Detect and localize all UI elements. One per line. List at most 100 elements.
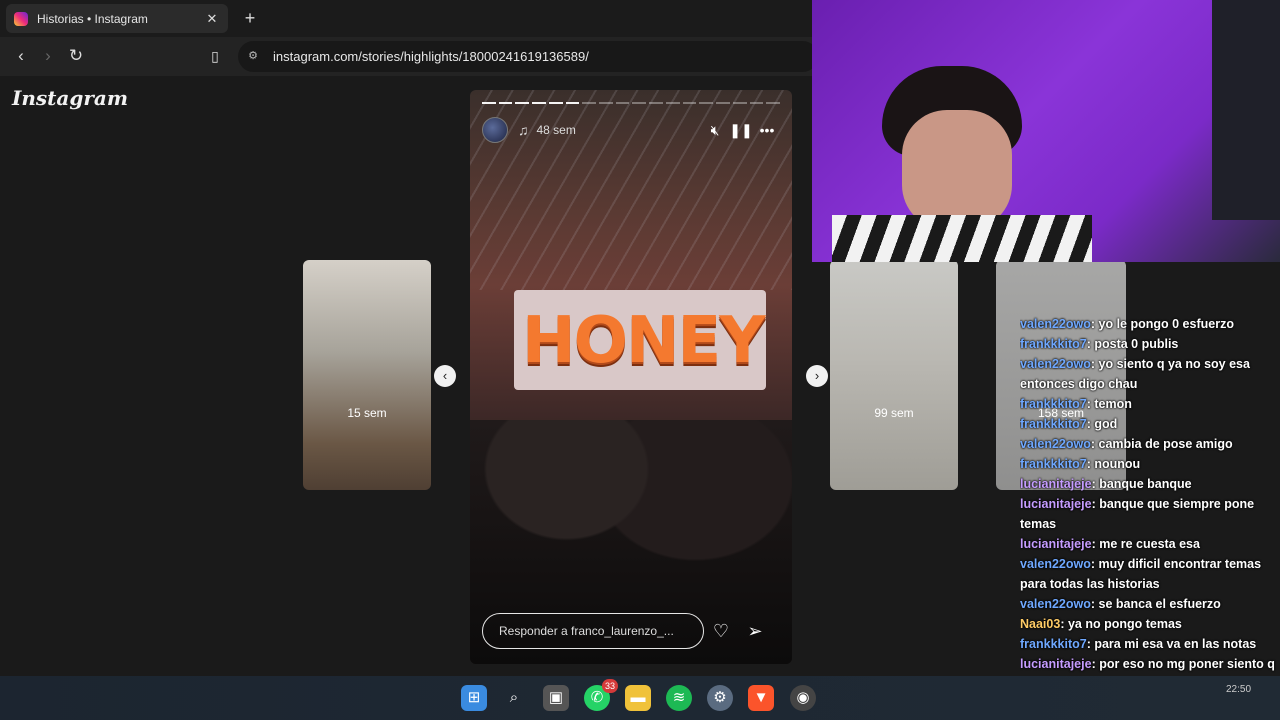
mute-icon[interactable]: 🔇︎	[702, 122, 728, 139]
bookmark-icon[interactable]: ▯	[204, 45, 226, 67]
chat-text: ya no pongo temas	[1067, 617, 1182, 631]
chat-message: frankkkito7: posta 0 publis	[1020, 337, 1179, 351]
progress-segment	[615, 102, 630, 104]
progress-segment	[532, 102, 546, 104]
obs-icon[interactable]: ◉	[790, 685, 816, 711]
chat-text: banque banque	[1099, 477, 1192, 491]
settings-icon[interactable]: ⚙	[707, 685, 733, 711]
chat-message: frankkkito7: nounou	[1020, 457, 1141, 471]
avatar[interactable]	[482, 117, 508, 143]
music-icon[interactable]: ♫	[518, 122, 529, 138]
progress-segment	[649, 102, 663, 104]
browser-tabbar: Historias • Instagram ✕ +	[0, 0, 812, 37]
chat-username: lucianitajeje	[1020, 477, 1092, 491]
chat-message: frankkkito7: para mi esa va en las notas	[1020, 637, 1257, 651]
story-progress	[482, 102, 780, 104]
story-time: 48 sem	[536, 123, 576, 137]
next-story-icon[interactable]: ›	[806, 365, 828, 387]
whatsapp-icon[interactable]: ✆ 33	[584, 679, 618, 711]
new-tab-button[interactable]: +	[240, 8, 260, 29]
progress-segment	[732, 102, 747, 104]
task-view-icon[interactable]: ▣	[543, 685, 569, 711]
spotify-icon[interactable]: ≋	[666, 685, 692, 711]
thumb-time-label: 15 sem	[347, 406, 387, 420]
chat-username: frankkkito7	[1020, 417, 1087, 431]
close-icon[interactable]: ✕	[204, 11, 220, 27]
chat-message: valen22owo: yo le pongo 0 esfuerzo	[1020, 317, 1234, 331]
tab-instagram-stories[interactable]: Historias • Instagram ✕	[6, 4, 228, 33]
more-options-icon[interactable]: •••	[754, 122, 780, 138]
chat-text: me re cuesta esa	[1099, 537, 1200, 551]
chat-username: valen22owo	[1020, 437, 1091, 451]
screen: Historias • Instagram ✕ + ‹ › ↻ ▯ ⚙ inst…	[0, 0, 1280, 720]
chat-message: valen22owo: muy dificil encontrar temas …	[1020, 557, 1262, 591]
site-info-icon[interactable]: ⚙	[246, 49, 260, 63]
chat-text: nounou	[1094, 457, 1141, 471]
taskbar: ⊞ ⌕ ▣ ✆ 33 ▬ ≋ ⚙ ▼ ◉ 22:50	[0, 676, 1280, 720]
send-icon[interactable]: ➢	[738, 621, 772, 642]
chat-message: frankkkito7: temon	[1020, 397, 1132, 411]
progress-segment	[699, 102, 714, 104]
progress-segment	[682, 102, 697, 104]
chat-username: valen22owo	[1020, 357, 1091, 371]
webcam-background-window	[1212, 0, 1280, 220]
clock: 22:50	[1226, 684, 1252, 695]
story-header: ♫ 48 sem 🔇︎ ❚❚ •••	[482, 116, 780, 144]
reply-input[interactable]	[482, 613, 704, 649]
reload-icon[interactable]: ↻	[65, 45, 87, 67]
browser-navbar: ‹ › ↻ ▯ ⚙ instagram.com/stories/highligh…	[0, 37, 818, 76]
search-icon[interactable]: ⌕	[501, 685, 527, 711]
forward-icon[interactable]: ›	[37, 45, 59, 67]
chat-message: valen22owo: se banca el esfuerzo	[1020, 597, 1221, 611]
pause-icon[interactable]: ❚❚	[728, 122, 754, 139]
webcam-overlay	[812, 0, 1280, 262]
chat-text: yo le pongo 0 esfuerzo	[1098, 317, 1234, 331]
chat-text: temon	[1094, 397, 1132, 411]
chat-message: frankkkito7: god	[1020, 417, 1118, 431]
story-viewer[interactable]: HONEY ♫ 48 sem 🔇︎ ❚❚ ••• ♡ ➢	[470, 90, 792, 664]
tab-title: Historias • Instagram	[37, 11, 148, 26]
chat-username: lucianitajeje	[1020, 657, 1092, 671]
file-explorer-icon[interactable]: ▬	[625, 685, 651, 711]
chat-username: frankkkito7	[1020, 397, 1087, 411]
chat-username: frankkkito7	[1020, 637, 1087, 651]
chat-message: lucianitajeje: banque que siempre pone t…	[1020, 497, 1255, 531]
progress-segment	[515, 102, 530, 104]
story-thumb-previous[interactable]: 15 sem	[303, 260, 431, 490]
url-text[interactable]: instagram.com/stories/highlights/1800024…	[273, 49, 589, 64]
progress-segment	[565, 102, 580, 104]
webcam-person-face	[902, 110, 1012, 230]
address-bar[interactable]: ⚙ instagram.com/stories/highlights/18000…	[238, 41, 818, 72]
chat-text: god	[1094, 417, 1118, 431]
back-icon[interactable]: ‹	[10, 45, 32, 67]
chat-message: Naai03: ya no pongo temas	[1020, 617, 1182, 631]
progress-segment	[665, 102, 680, 104]
progress-segment	[749, 102, 764, 104]
chat-text: posta 0 publis	[1094, 337, 1179, 351]
progress-segment	[498, 102, 513, 104]
progress-segment	[632, 102, 647, 104]
banner-text: HONEY	[522, 304, 766, 378]
chat-username: lucianitajeje	[1020, 497, 1092, 511]
brave-browser-icon[interactable]: ▼	[748, 685, 774, 711]
instagram-icon	[14, 11, 28, 26]
webcam-person-shirt	[832, 215, 1092, 262]
chat-message: lucianitajeje: banque banque	[1020, 477, 1192, 491]
progress-segment	[766, 102, 780, 104]
chat-username: valen22owo	[1020, 557, 1091, 571]
progress-segment	[482, 102, 496, 104]
chat-message: valen22owo: cambia de pose amigo	[1020, 437, 1233, 451]
instagram-logo[interactable]: Instagram	[12, 86, 128, 110]
chat-username: Naai03	[1020, 617, 1061, 631]
heart-icon[interactable]: ♡	[704, 621, 738, 642]
chat-username: frankkkito7	[1020, 337, 1087, 351]
chat-text: cambia de pose amigo	[1098, 437, 1233, 451]
chat-username: valen22owo	[1020, 317, 1091, 331]
story-thumb-next[interactable]: 99 sem	[830, 260, 958, 490]
windows-start-icon[interactable]: ⊞	[461, 685, 487, 711]
progress-segment	[716, 102, 730, 104]
reply-bar: ♡ ➢	[482, 613, 780, 649]
previous-story-icon[interactable]: ‹	[434, 365, 456, 387]
chat-username: valen22owo	[1020, 597, 1091, 611]
progress-segment	[599, 102, 613, 104]
